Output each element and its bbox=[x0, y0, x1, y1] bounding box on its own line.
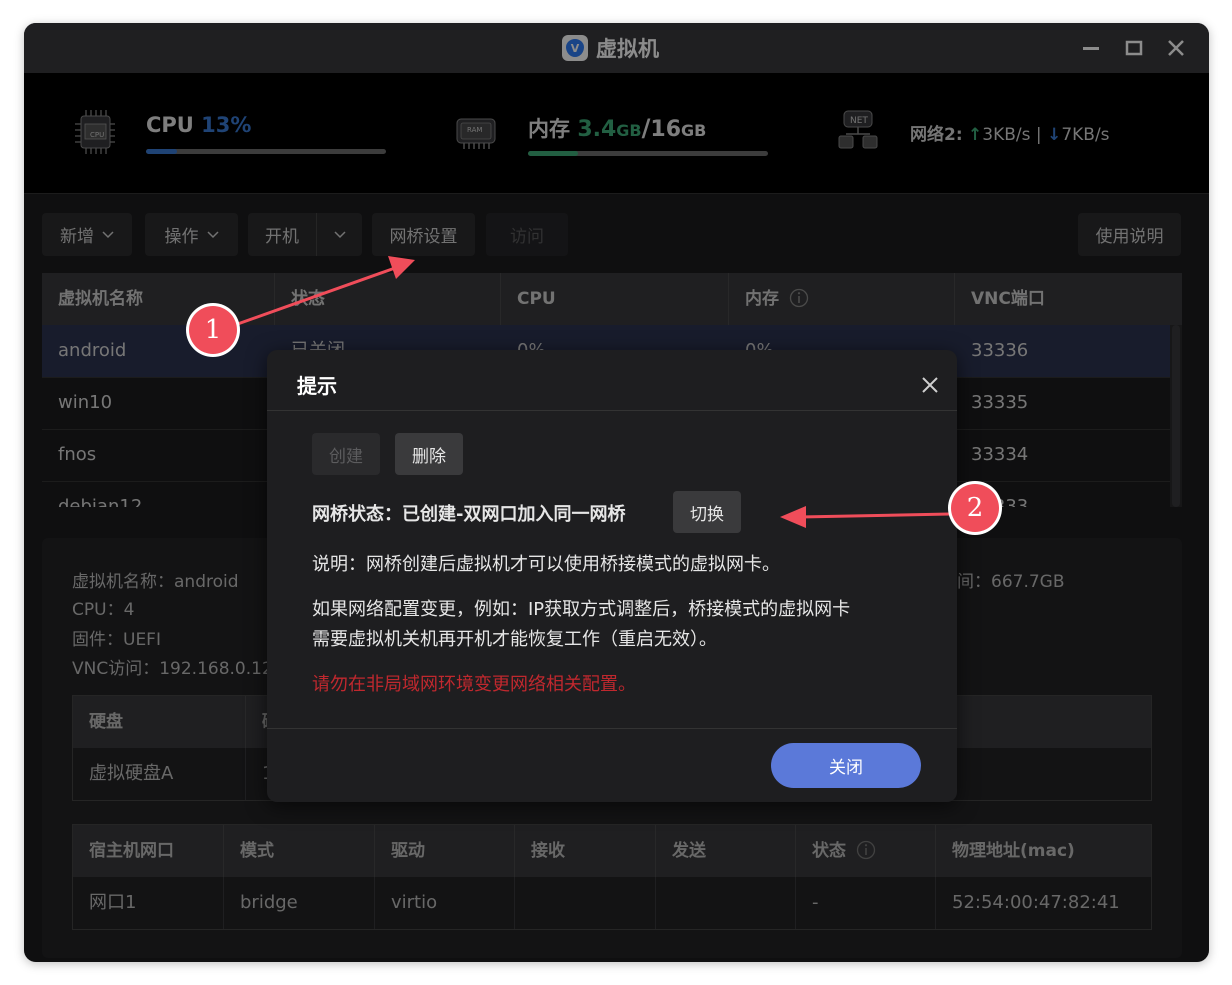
arrow-to-switch-button bbox=[780, 506, 951, 528]
annotation-badge-2: 2 bbox=[951, 484, 999, 532]
arrow-to-bridge-settings bbox=[231, 256, 415, 328]
annotation-badge-1: 1 bbox=[189, 306, 237, 354]
annotation-arrows bbox=[231, 256, 951, 528]
